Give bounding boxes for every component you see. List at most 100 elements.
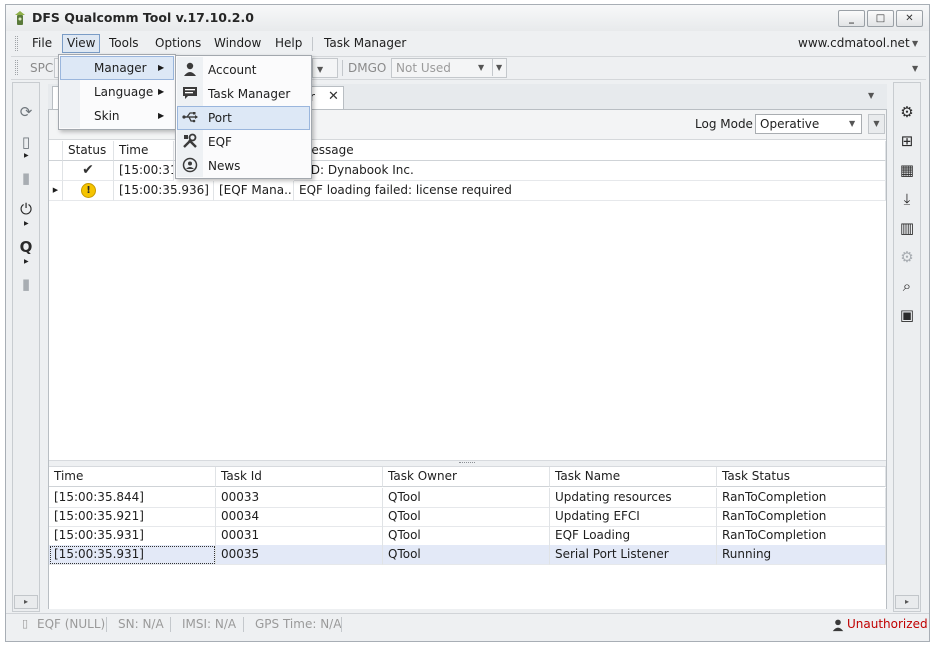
task-col-owner[interactable]: Task Owner (383, 467, 550, 487)
settings-disabled-icon[interactable]: ⚙ (897, 247, 917, 267)
partition-icon[interactable]: ⊞ (897, 131, 917, 151)
phone-icon[interactable]: ▯ (16, 132, 36, 152)
menu-task-manager[interactable]: Task Manager (320, 34, 410, 53)
task-col-status[interactable]: Task Status (717, 467, 886, 487)
task-name[interactable]: Updating EFCI (550, 507, 717, 527)
expand-arrow-icon[interactable]: ▶ (24, 220, 29, 227)
menu-item-port[interactable]: Port (177, 106, 310, 130)
menu-item-manager[interactable]: Manager ▶ (60, 56, 174, 80)
search-icon[interactable]: ⌕ (897, 276, 917, 296)
website-link[interactable]: www.cdmatool.net (798, 36, 910, 50)
auth-status[interactable]: Unauthorized (847, 617, 928, 631)
expand-arrow-icon[interactable]: ▶ (24, 152, 29, 159)
status-separator (341, 617, 342, 632)
log-status-cell: ! (63, 181, 114, 201)
check-icon: ✔ (63, 161, 114, 181)
task-time[interactable]: [15:00:35.931] (49, 545, 216, 565)
menu-options[interactable]: Options (151, 34, 205, 53)
task-id[interactable]: 00031 (216, 526, 383, 546)
task-status[interactable]: Running (717, 545, 886, 565)
toolbar-overflow-icon[interactable]: ▼ (912, 64, 918, 73)
menu-item-language[interactable]: Language ▶ (60, 80, 174, 104)
device-disabled-icon[interactable]: ▮ (16, 274, 36, 294)
close-button[interactable]: ✕ (896, 10, 923, 27)
log-mode-select[interactable]: Operative ▼ (755, 114, 862, 134)
task-col-id[interactable]: Task Id (216, 467, 383, 487)
task-time[interactable]: [15:00:35.931] (49, 526, 216, 546)
menubar-overflow-icon[interactable]: ▼ (912, 39, 918, 48)
menu-item-label: EQF (208, 135, 232, 149)
menu-item-task-manager[interactable]: Task Manager (177, 82, 310, 106)
log-col-time[interactable]: Time (114, 141, 174, 161)
task-name[interactable]: Serial Port Listener (550, 545, 717, 565)
log-col-status[interactable]: Status (63, 141, 114, 161)
menu-item-skin[interactable]: Skin ▶ (60, 104, 174, 128)
chip-icon[interactable]: ▦ (897, 160, 917, 180)
menu-item-label: Skin (94, 109, 120, 123)
task-status[interactable]: RanToCompletion (717, 507, 886, 527)
chevron-down-icon: ▼ (478, 63, 485, 72)
task-id[interactable]: 00034 (216, 507, 383, 527)
log-mode-label: Log Mode (695, 117, 753, 131)
task-col-name[interactable]: Task Name (550, 467, 717, 487)
row-indicator-header (49, 141, 63, 161)
maximize-button[interactable]: □ (867, 10, 894, 27)
task-col-time[interactable]: Time (49, 467, 216, 487)
menu-item-account[interactable]: Account (177, 58, 310, 82)
log-message: VID: Dynabook Inc. (294, 161, 886, 181)
dmgo-select[interactable]: Not Used ▼ ▼ (391, 58, 507, 78)
task-name[interactable]: Updating resources (550, 488, 717, 508)
gps-status: GPS Time: N/A (255, 617, 342, 631)
task-status[interactable]: RanToCompletion (717, 488, 886, 508)
task-owner[interactable]: QTool (383, 507, 550, 527)
menu-item-eqf[interactable]: EQF (177, 130, 310, 154)
left-sidebar-scroll-down[interactable]: ▸ (14, 595, 38, 609)
window-title: DFS Qualcomm Tool v.17.10.2.0 (32, 10, 254, 25)
chevron-down-icon: ▼ (849, 119, 856, 128)
menu-file[interactable]: File (28, 34, 56, 53)
menu-window[interactable]: Window (210, 34, 265, 53)
log-mode-value: Operative (760, 117, 820, 131)
menu-item-news[interactable]: News (177, 154, 310, 178)
menu-view[interactable]: View (62, 34, 101, 53)
task-id[interactable]: 00035 (216, 545, 383, 565)
menu-tools[interactable]: Tools (105, 34, 143, 53)
qualcomm-icon[interactable]: Q (16, 237, 36, 257)
memory-icon[interactable]: ▥ (897, 218, 917, 238)
task-name[interactable]: EQF Loading (550, 526, 717, 546)
task-id[interactable]: 00033 (216, 488, 383, 508)
usb-icon (181, 109, 199, 127)
log-toolbar-overflow-icon[interactable]: ▼ (868, 114, 885, 134)
device-icon[interactable]: ▮ (16, 168, 36, 188)
task-time[interactable]: [15:00:35.921] (49, 507, 216, 527)
power-icon[interactable]: ⏻ (16, 199, 36, 219)
right-sidebar-scroll-down[interactable]: ▸ (895, 595, 919, 609)
toolbar-grip[interactable] (15, 60, 18, 75)
sn-status: SN: N/A (118, 617, 164, 631)
log-message: EQF loading failed: license required (294, 181, 886, 201)
menubar-grip[interactable] (15, 36, 18, 51)
menu-item-label: Manager (94, 61, 147, 75)
menu-item-label: Task Manager (208, 87, 291, 101)
task-status[interactable]: RanToCompletion (717, 526, 886, 546)
chevron-down-icon: ▼ (317, 65, 324, 74)
toolbar-combo[interactable]: ▼ (312, 58, 338, 78)
log-col-message[interactable]: Message (294, 141, 886, 161)
user-icon (831, 618, 845, 632)
expand-arrow-icon[interactable]: ▶ (24, 258, 29, 265)
gear-icon[interactable]: ⚙ (897, 102, 917, 122)
close-icon[interactable]: ✕ (328, 89, 339, 104)
menu-help[interactable]: Help (271, 34, 306, 53)
refresh-icon[interactable]: ⟳ (16, 102, 36, 122)
task-owner[interactable]: QTool (383, 545, 550, 565)
task-owner[interactable]: QTool (383, 526, 550, 546)
tab-list-icon[interactable]: ▼ (868, 91, 874, 100)
download-icon[interactable]: ⤓ (897, 189, 917, 209)
chevron-down-icon: ▼ (496, 63, 503, 72)
terminal-icon[interactable]: ▣ (897, 305, 917, 325)
minimize-button[interactable]: _ (838, 10, 865, 27)
task-time[interactable]: [15:00:35.844] (49, 488, 216, 508)
submenu-arrow-icon: ▶ (158, 87, 165, 96)
status-separator (243, 617, 244, 632)
task-owner[interactable]: QTool (383, 488, 550, 508)
